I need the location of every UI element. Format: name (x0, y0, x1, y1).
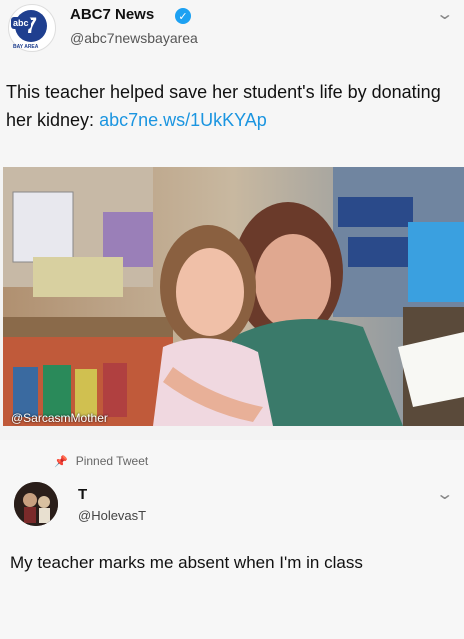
tweet-text: This teacher helped save her student's l… (6, 78, 458, 134)
chevron-down-icon[interactable]: ⌄ (435, 484, 454, 504)
tweet-link[interactable]: abc7ne.ws/1UkKYAp (99, 110, 267, 130)
reply-tweet: 📌 Pinned Tweet T @HolevasT ⌄ My teacher m… (0, 440, 464, 639)
account-handle[interactable]: @abc7newsbayarea (70, 30, 198, 46)
chevron-down-icon[interactable]: ⌄ (435, 4, 454, 24)
user-avatar[interactable] (14, 482, 58, 526)
reply-account-name[interactable]: T (78, 486, 87, 503)
avatar-image (14, 482, 58, 526)
tweet-photo[interactable]: @SarcasmMother (3, 167, 464, 426)
pinned-label: Pinned Tweet (75, 454, 149, 468)
classroom-photo (3, 167, 464, 426)
pinned-row: 📌 Pinned Tweet (54, 454, 148, 468)
photo-watermark: @SarcasmMother (11, 411, 108, 425)
reply-account-handle[interactable]: @HolevasT (78, 508, 146, 523)
pin-icon: 📌 (54, 456, 68, 468)
verified-badge-icon: ✓ (175, 8, 191, 24)
abc-tag: abc (11, 17, 31, 29)
bay-area-label: BAY AREA (13, 44, 39, 50)
account-name[interactable]: ABC7 News (70, 6, 154, 23)
reply-text: My teacher marks me absent when I'm in c… (10, 553, 363, 572)
tweet-card: 7 abc BAY AREA ABC7 News ✓ @abc7newsbaya… (0, 0, 464, 170)
abc7-avatar[interactable]: 7 abc BAY AREA (8, 4, 56, 52)
